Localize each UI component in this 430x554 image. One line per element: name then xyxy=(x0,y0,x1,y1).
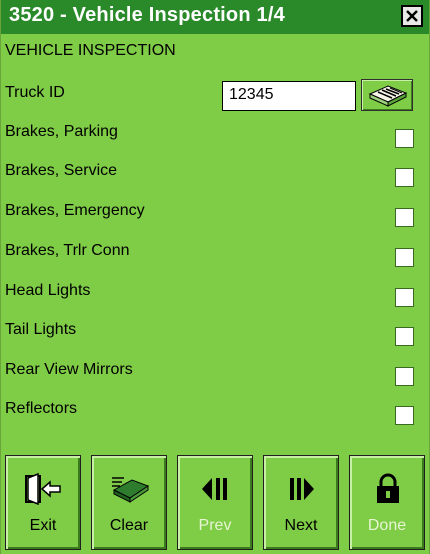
title-bar: 3520 - Vehicle Inspection 1/4 xyxy=(1,0,429,34)
exit-label: Exit xyxy=(29,517,57,534)
checkbox-brakes-service[interactable] xyxy=(395,168,414,187)
prev-label: Prev xyxy=(198,517,232,534)
barcode-scanner-icon xyxy=(368,85,408,107)
done-button[interactable]: Done xyxy=(349,455,425,550)
item-label-brakes-emergency: Brakes, Emergency xyxy=(5,202,145,219)
close-button[interactable] xyxy=(401,5,423,27)
inspection-window: 3520 - Vehicle Inspection 1/4 VEHICLE IN… xyxy=(0,0,430,554)
next-button[interactable]: Next xyxy=(263,455,339,550)
next-label: Next xyxy=(284,517,318,534)
clear-button[interactable]: Clear xyxy=(91,455,167,550)
close-icon xyxy=(406,10,418,22)
item-label-brakes-service: Brakes, Service xyxy=(5,162,118,179)
eraser-icon xyxy=(112,477,150,503)
checkbox-brakes-trlr-conn[interactable] xyxy=(395,248,414,267)
exit-door-icon xyxy=(25,472,61,506)
truck-id-value: 12345 xyxy=(229,86,274,103)
scan-button[interactable] xyxy=(361,79,413,111)
checkbox-brakes-parking[interactable] xyxy=(395,129,414,148)
checkbox-brakes-emergency[interactable] xyxy=(395,208,414,227)
bottom-toolbar: Exit Clear Prev Next Done xyxy=(5,455,427,552)
prev-arrow-icon xyxy=(202,478,227,500)
prev-button[interactable]: Prev xyxy=(177,455,253,550)
exit-button[interactable]: Exit xyxy=(5,455,81,550)
checkbox-tail-lights[interactable] xyxy=(395,327,414,346)
done-label: Done xyxy=(367,517,407,534)
item-label-brakes-parking: Brakes, Parking xyxy=(5,123,118,140)
item-label-rear-view-mirrors: Rear View Mirrors xyxy=(5,361,133,378)
item-label-tail-lights: Tail Lights xyxy=(5,321,77,338)
item-label-reflectors: Reflectors xyxy=(5,400,78,417)
checkbox-rear-view-mirrors[interactable] xyxy=(395,367,414,386)
clear-label: Clear xyxy=(109,517,149,534)
next-arrow-icon xyxy=(290,478,314,500)
truck-id-label: Truck ID xyxy=(5,84,65,101)
section-heading: VEHICLE INSPECTION xyxy=(5,42,176,59)
checkbox-reflectors[interactable] xyxy=(395,406,414,425)
item-label-head-lights: Head Lights xyxy=(5,282,91,299)
checkbox-head-lights[interactable] xyxy=(395,288,414,307)
lock-icon xyxy=(377,473,399,503)
item-label-brakes-trlr-conn: Brakes, Trlr Conn xyxy=(5,242,130,259)
truck-id-input[interactable]: 12345 xyxy=(222,81,356,111)
window-title: 3520 - Vehicle Inspection 1/4 xyxy=(9,4,285,26)
